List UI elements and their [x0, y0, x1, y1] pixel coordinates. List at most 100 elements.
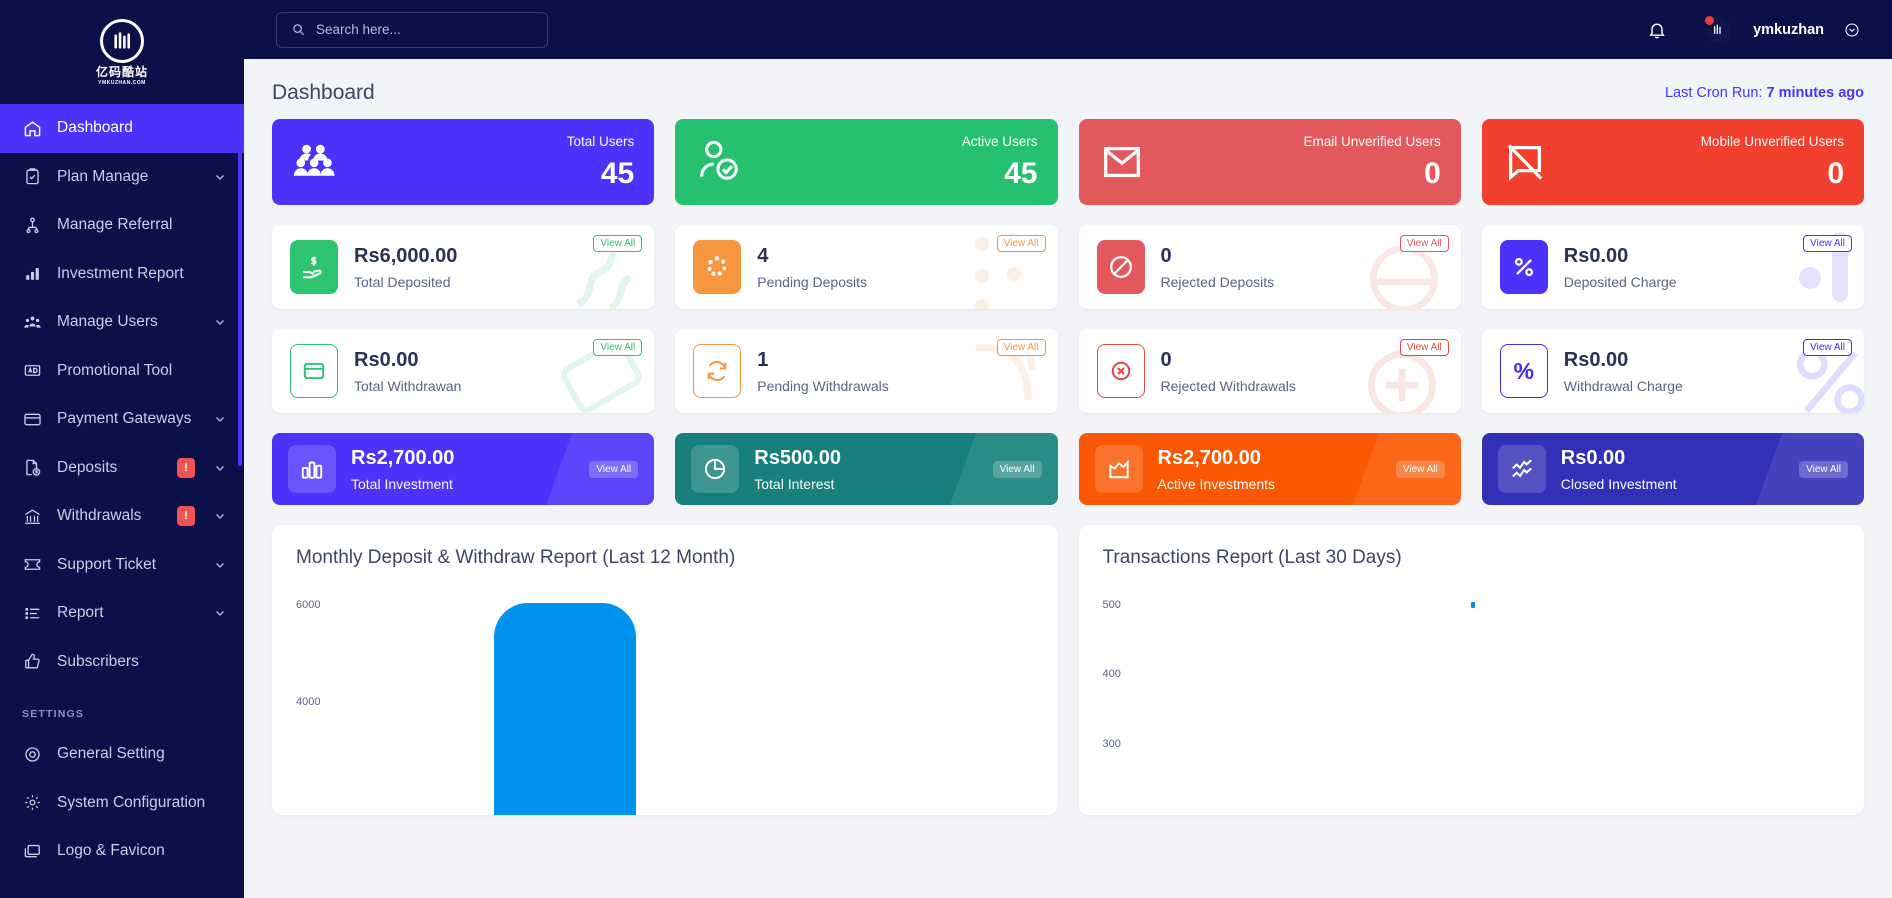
withdrawals-alert-badge: !	[177, 506, 195, 527]
sidebar-item-general-setting[interactable]: General Setting	[0, 730, 244, 779]
investment-card-total-investment[interactable]: Rs2,700.00 Total Investment View All	[272, 433, 655, 505]
stat-card-total-users[interactable]: Total Users 45	[272, 119, 655, 205]
view-all-button[interactable]: View All	[1399, 235, 1449, 252]
sidebar-item-deposits[interactable]: Deposits !	[0, 444, 244, 493]
view-all-button[interactable]: View All	[593, 235, 643, 252]
view-all-button[interactable]: View All	[589, 460, 639, 478]
view-all-button[interactable]: View All	[593, 339, 643, 356]
investment-card-value: Rs0.00	[1560, 446, 1626, 469]
brand-logo[interactable]: 亿码酷站 YMKUZHAN.COM	[0, 0, 244, 104]
investment-card-active-investments[interactable]: Rs2,700.00 Active Investments View All	[1078, 433, 1461, 505]
last-cron-run: Last Cron Run: 7 minutes ago	[1665, 85, 1864, 101]
investment-card-closed-investment[interactable]: Rs0.00 Closed Investment View All	[1481, 433, 1864, 505]
stat-card-mobile-unverified-users[interactable]: Mobile Unverified Users 0	[1481, 119, 1864, 205]
sidebar-item-support-ticket[interactable]: Support Ticket	[0, 541, 244, 590]
chevron-down-circle-icon[interactable]	[1844, 22, 1860, 38]
thumbs-up-icon	[22, 652, 42, 672]
chevron-down-icon[interactable]	[214, 462, 226, 474]
sidebar-item-investment-report[interactable]: Investment Report	[0, 250, 244, 299]
investment-card-total-interest[interactable]: Rs500.00 Total Interest View All	[675, 433, 1058, 505]
zigzag-lines-icon	[1497, 445, 1546, 493]
stat-card-active-users[interactable]: Active Users 45	[675, 119, 1058, 205]
deposit-card-rejected-deposits[interactable]: View All 0 Rejected Deposits	[1078, 225, 1461, 309]
gear-icon	[22, 793, 42, 813]
chart-area-icon	[1094, 445, 1143, 493]
sidebar-item-promotional-tool[interactable]: Promotional Tool	[0, 347, 244, 396]
stat-card-value: 0	[1424, 156, 1441, 190]
deposit-card-text: 0 Rejected Deposits	[1161, 246, 1275, 289]
search-input[interactable]	[316, 22, 533, 37]
view-all-button[interactable]: View All	[1799, 460, 1848, 478]
chevron-down-icon[interactable]	[214, 413, 226, 425]
bell-icon[interactable]	[1647, 20, 1667, 40]
chevron-down-icon[interactable]	[214, 559, 226, 571]
cron-value: 7 minutes ago	[1766, 85, 1865, 101]
view-all-button[interactable]: View All	[992, 460, 1042, 478]
sidebar-item-label: Promotional Tool	[57, 361, 173, 379]
ticket-icon	[22, 555, 42, 575]
view-all-button[interactable]: View All	[1803, 339, 1852, 356]
sidebar-item-subscribers[interactable]: Subscribers	[0, 638, 244, 687]
investment-card-value: Rs500.00	[754, 446, 841, 469]
gear-circle-icon	[22, 744, 42, 764]
view-all-button[interactable]: View All	[1395, 460, 1445, 478]
stat-card-text: Email Unverified Users 0	[1303, 135, 1440, 189]
y-axis-tick: 6000	[296, 599, 321, 611]
view-all-button[interactable]: View All	[1399, 339, 1449, 356]
sidebar-item-label: Subscribers	[57, 652, 139, 670]
withdraw-card-pending-withdrawals[interactable]: View All 1 Pending Withdrawals	[675, 329, 1058, 413]
data-point[interactable]	[1470, 602, 1475, 608]
circle-x-icon	[1096, 344, 1145, 398]
page-header: Dashboard Last Cron Run: 7 minutes ago	[272, 59, 1864, 119]
sidebar-item-system-configuration[interactable]: System Configuration	[0, 779, 244, 828]
withdraw-card-text: 0 Rejected Withdrawals	[1161, 350, 1296, 393]
view-all-button[interactable]: View All	[1803, 235, 1852, 252]
stat-cards-row: Total Users 45 Active Users 45 Email Unv…	[272, 119, 1864, 205]
sidebar-item-label: Report	[57, 604, 104, 622]
withdraw-card-withdrawal-charge[interactable]: View All % Rs0.00 Withdrawal Charge	[1481, 329, 1864, 413]
sidebar-item-payment-gateways[interactable]: Payment Gateways	[0, 395, 244, 444]
sidebar-item-dashboard[interactable]: Dashboard	[0, 104, 244, 153]
bar-april[interactable]	[494, 603, 636, 815]
deposit-card-text: 4 Pending Deposits	[757, 246, 867, 289]
invoice-dollar-icon	[22, 458, 42, 478]
deposit-card-label: Pending Deposits	[757, 273, 867, 290]
deposit-card-value: Rs0.00	[1563, 244, 1629, 267]
deposit-card-value: Rs6,000.00	[354, 244, 458, 267]
sidebar-item-plan-manage[interactable]: Plan Manage	[0, 153, 244, 202]
sidebar-item-logo-favicon[interactable]: Logo & Favicon	[0, 827, 244, 876]
view-all-button[interactable]: View All	[996, 339, 1046, 356]
chevron-down-icon[interactable]	[214, 316, 226, 328]
sidebar-item-label: General Setting	[57, 745, 165, 763]
users-icon	[22, 312, 42, 332]
stat-card-email-unverified-users[interactable]: Email Unverified Users 0	[1078, 119, 1461, 205]
chevron-down-icon[interactable]	[214, 510, 226, 522]
avatar[interactable]	[1703, 13, 1732, 43]
sidebar-item-label: Logo & Favicon	[57, 842, 165, 860]
chevron-down-icon[interactable]	[214, 607, 226, 619]
bar-chart-icon	[288, 445, 336, 493]
view-all-button[interactable]: View All	[996, 235, 1046, 252]
search-box[interactable]	[276, 11, 548, 48]
withdraw-card-total-withdrawan[interactable]: View All Rs0.00 Total Withdrawan	[272, 329, 655, 413]
chart-title: Monthly Deposit & Withdraw Report (Last …	[296, 547, 736, 568]
images-icon	[22, 841, 42, 861]
sidebar-scrollbar-thumb[interactable]	[238, 108, 242, 466]
deposit-card-value: 0	[1160, 244, 1172, 267]
chevron-down-icon[interactable]	[214, 171, 226, 183]
withdraw-card-label: Pending Withdrawals	[757, 377, 889, 394]
stat-card-caption: Email Unverified Users	[1303, 134, 1441, 150]
sidebar-item-manage-referral[interactable]: Manage Referral	[0, 201, 244, 250]
withdraw-card-rejected-withdrawals[interactable]: View All 0 Rejected Withdrawals	[1078, 329, 1461, 413]
deposit-card-total-deposited[interactable]: View All Rs6,000.00 Total Deposited	[272, 225, 655, 309]
deposit-card-deposited-charge[interactable]: View All Rs0.00 Deposited Charge	[1481, 225, 1864, 309]
deposit-card-label: Rejected Deposits	[1160, 273, 1275, 290]
mobile-off-icon	[1502, 139, 1548, 185]
withdraw-cards-row: View All Rs0.00 Total Withdrawan View Al…	[272, 329, 1864, 413]
deposit-card-pending-deposits[interactable]: View All 4 Pending Deposits	[675, 225, 1058, 309]
sidebar-item-withdrawals[interactable]: Withdrawals !	[0, 492, 244, 541]
percent-icon: %	[1499, 344, 1548, 398]
sidebar-item-report[interactable]: Report	[0, 589, 244, 638]
sidebar-item-manage-users[interactable]: Manage Users	[0, 298, 244, 347]
bank-icon	[22, 506, 42, 526]
